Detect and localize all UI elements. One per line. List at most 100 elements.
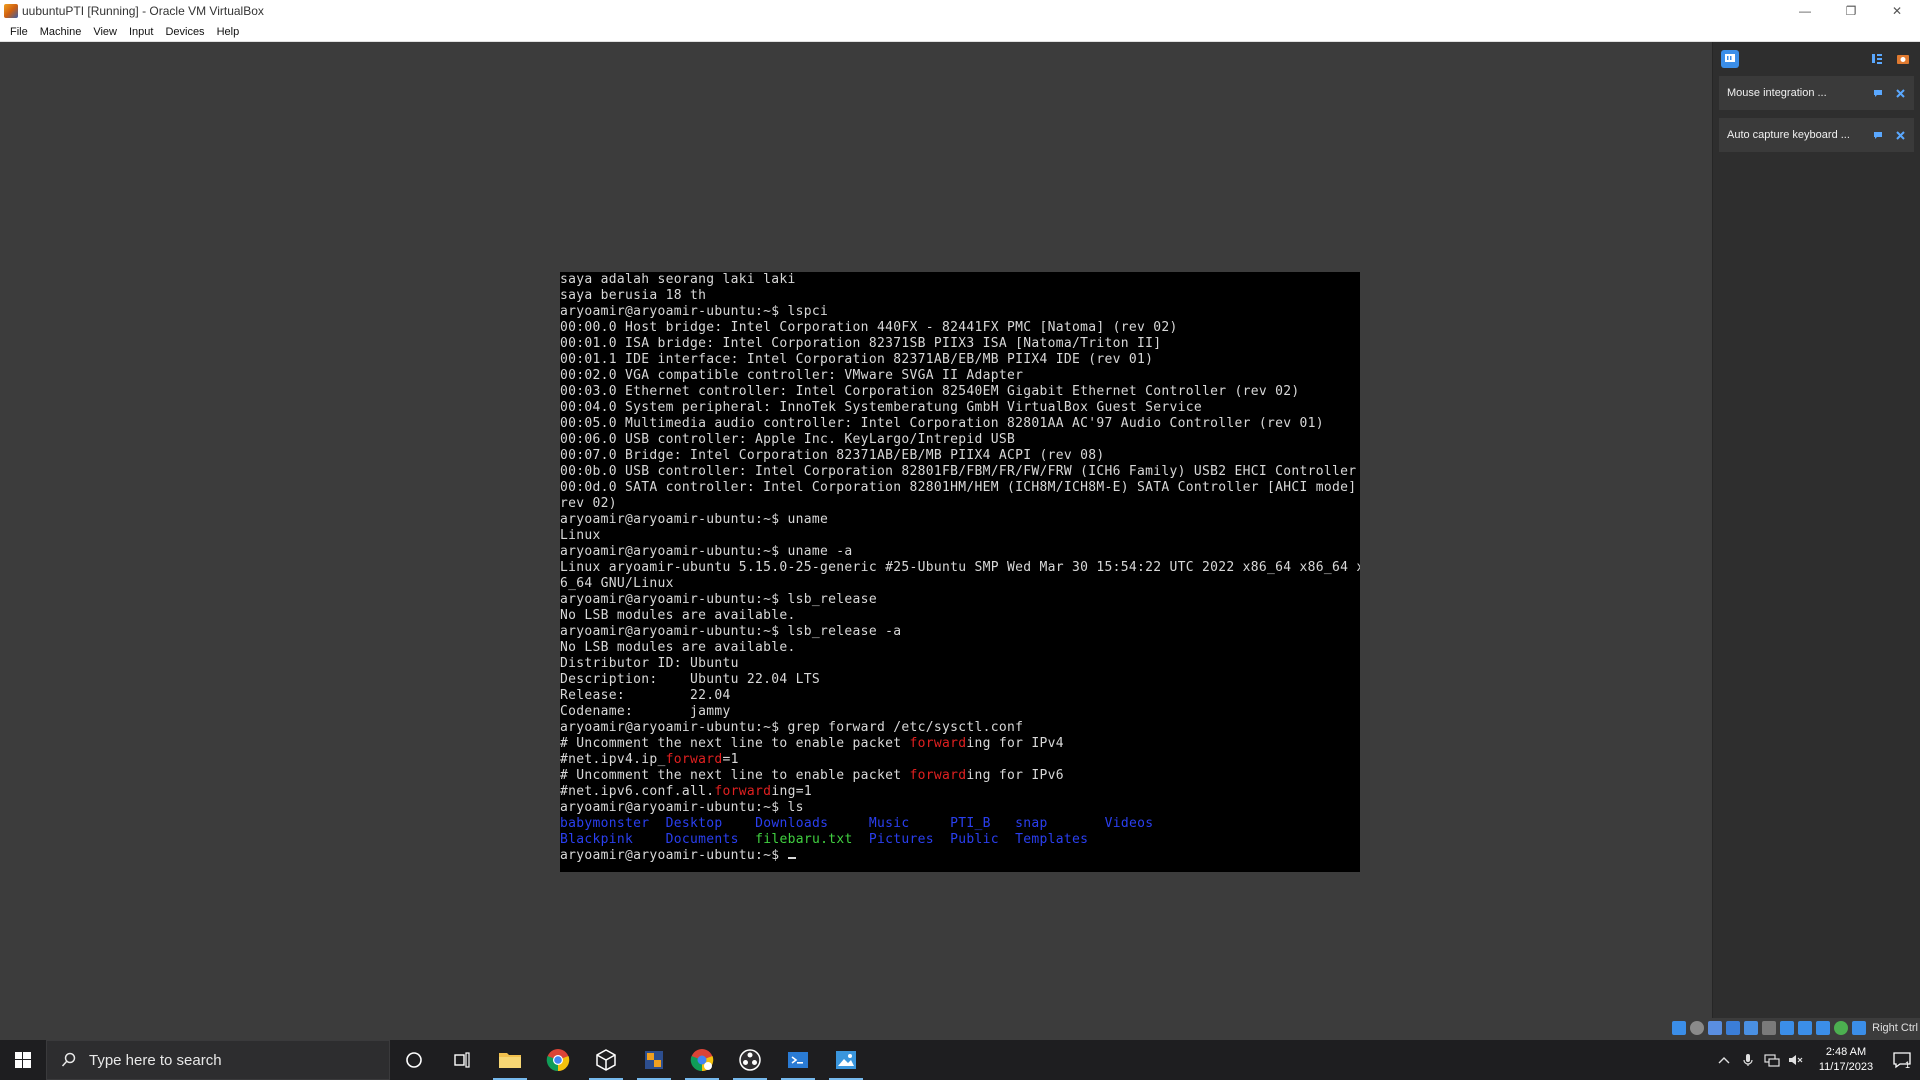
taskbar-obs[interactable] — [726, 1040, 774, 1080]
terminal-text: aryoamir@aryoamir-ubuntu:~$ — [560, 848, 788, 863]
close-notification-icon[interactable] — [1892, 85, 1908, 101]
audio-icon[interactable] — [1708, 1021, 1723, 1035]
terminal-text: # Uncomment the next line to enable pack… — [560, 736, 910, 751]
terminal-line: Distributor ID: Ubuntu — [560, 656, 1360, 672]
dont-show-again-icon[interactable] — [1870, 85, 1886, 101]
start-button[interactable] — [0, 1040, 46, 1080]
menu-devices[interactable]: Devices — [159, 22, 210, 42]
notification-text: Mouse integration ... — [1727, 87, 1827, 99]
taskbar-powershell[interactable] — [774, 1040, 822, 1080]
terminal-screen[interactable]: saya adalah seorang laki laki saya berusi… — [560, 272, 1360, 872]
volume-muted-icon[interactable] — [1784, 1040, 1808, 1080]
mouse-integration-icon[interactable] — [1834, 1021, 1849, 1035]
taskbar-file-explorer[interactable] — [486, 1040, 534, 1080]
close-notification-icon[interactable] — [1892, 127, 1908, 143]
notification-mouse-integration[interactable]: Mouse integration ... — [1719, 76, 1914, 110]
cortana-icon — [406, 1052, 422, 1068]
terminal-text: #net.ipv6.conf.all. — [560, 784, 715, 799]
terminal-line: babymonster Desktop Downloads Music PTI_… — [560, 816, 1360, 832]
menu-help[interactable]: Help — [211, 22, 246, 42]
terminal-text: 00:07.0 Bridge: Intel Corporation 82371A… — [560, 448, 1105, 463]
terminal-text: Templates — [1015, 832, 1089, 847]
window-titlebar: uubuntuPTI [Running] - Oracle VM Virtual… — [0, 0, 1920, 22]
menu-bar: File Machine View Input Devices Help — [0, 22, 1920, 42]
action-center-button[interactable]: 1 — [1884, 1040, 1920, 1080]
svg-text:1: 1 — [1905, 1060, 1910, 1069]
terminal-line: 00:01.1 IDE interface: Intel Corporation… — [560, 352, 1360, 368]
cortana-button[interactable] — [390, 1040, 438, 1080]
terminal-text: ing for IPv4 — [966, 736, 1064, 751]
taskbar-clock[interactable]: 2:48 AM 11/17/2023 — [1808, 1045, 1884, 1075]
clear-notifications-icon[interactable] — [1894, 50, 1912, 68]
terminal-text: aryoamir@aryoamir-ubuntu:~$ grep forward… — [560, 720, 1024, 735]
vm-display[interactable]: saya adalah seorang laki laki saya berusi… — [0, 42, 1712, 1038]
terminal-text: No LSB modules are available. — [560, 608, 796, 623]
terminal-text: Description: Ubuntu 22.04 LTS — [560, 672, 821, 687]
terminal-line: 00:0b.0 USB controller: Intel Corporatio… — [560, 464, 1360, 480]
terminal-line: saya berusia 18 th — [560, 288, 1360, 304]
restore-button[interactable]: ❐ — [1828, 0, 1874, 22]
menu-machine[interactable]: Machine — [34, 22, 88, 42]
video-capture-icon[interactable] — [1798, 1021, 1813, 1035]
virtualbox-icon — [645, 1051, 663, 1069]
terminal-line: 00:00.0 Host bridge: Intel Corporation 4… — [560, 320, 1360, 336]
window-title: uubuntuPTI [Running] - Oracle VM Virtual… — [22, 4, 264, 18]
terminal-line: 00:05.0 Multimedia audio controller: Int… — [560, 416, 1360, 432]
shared-folders-icon[interactable] — [1762, 1021, 1777, 1035]
terminal-text: Linux aryoamir-ubuntu 5.15.0-25-generic … — [560, 560, 1360, 575]
optical-drive-icon[interactable] — [1690, 1021, 1705, 1035]
terminal-line: rev 02) — [560, 496, 1360, 512]
terminal-line: # Uncomment the next line to enable pack… — [560, 736, 1360, 752]
task-view-button[interactable] — [438, 1040, 486, 1080]
menu-file[interactable]: File — [4, 22, 34, 42]
terminal-line: Linux — [560, 528, 1360, 544]
notification-auto-capture-keyboard[interactable]: Auto capture keyboard ... — [1719, 118, 1914, 152]
terminal-text: babymonster — [560, 816, 650, 831]
search-icon — [61, 1052, 76, 1067]
menu-view[interactable]: View — [87, 22, 123, 42]
microphone-icon[interactable] — [1736, 1040, 1760, 1080]
network-icon[interactable] — [1726, 1021, 1741, 1035]
menu-input[interactable]: Input — [123, 22, 159, 42]
terminal-line: aryoamir@aryoamir-ubuntu:~$ lsb_release — [560, 592, 1360, 608]
terminal-text: 00:0d.0 SATA controller: Intel Corporati… — [560, 480, 1360, 495]
terminal-text: 00:0b.0 USB controller: Intel Corporatio… — [560, 464, 1357, 479]
action-center-icon: 1 — [1893, 1052, 1911, 1069]
notification-panel: Mouse integration ... Auto capture keybo… — [1712, 42, 1920, 1038]
dont-show-again-icon[interactable] — [1870, 127, 1886, 143]
terminal-text: 00:05.0 Multimedia audio controller: Int… — [560, 416, 1324, 431]
virtualbox-icon — [4, 4, 18, 18]
show-hidden-icons-chevron-icon[interactable] — [1712, 1040, 1736, 1080]
cpu-icon[interactable] — [1816, 1021, 1831, 1035]
terminal-text: 00:06.0 USB controller: Apple Inc. KeyLa… — [560, 432, 1016, 447]
terminal-text: ing for IPv6 — [966, 768, 1064, 783]
hard-disk-icon[interactable] — [1672, 1021, 1687, 1035]
windows-logo-icon — [15, 1052, 31, 1068]
taskbar-virtualbox-cube[interactable] — [582, 1040, 630, 1080]
sort-icon[interactable] — [1868, 50, 1886, 68]
taskbar-photos[interactable] — [822, 1040, 870, 1080]
taskbar-chrome[interactable] — [534, 1040, 582, 1080]
terminal-text: forward — [909, 768, 967, 783]
close-button[interactable]: ✕ — [1874, 0, 1920, 22]
display-icon[interactable] — [1780, 1021, 1795, 1035]
usb-icon[interactable] — [1744, 1021, 1759, 1035]
network-tray-icon[interactable] — [1760, 1040, 1784, 1080]
notification-icon[interactable] — [1721, 50, 1739, 68]
terminal-text: 00:02.0 VGA compatible controller: VMwar… — [560, 368, 1024, 383]
minimize-button[interactable]: — — [1782, 0, 1828, 22]
taskbar-search-box[interactable]: Type here to search — [46, 1040, 390, 1080]
terminal-text: 00:00.0 Host bridge: Intel Corporation 4… — [560, 320, 1178, 335]
obs-icon — [739, 1049, 761, 1071]
terminal-text: 6_64 GNU/Linux — [560, 576, 674, 591]
terminal-line: #net.ipv6.conf.all.forwarding=1 — [560, 784, 1360, 800]
terminal-text: aryoamir@aryoamir-ubuntu:~$ uname — [560, 512, 829, 527]
keyboard-capture-icon[interactable] — [1852, 1021, 1867, 1035]
taskbar-virtualbox[interactable] — [630, 1040, 678, 1080]
taskbar-chrome-profile[interactable] — [678, 1040, 726, 1080]
task-view-icon — [454, 1052, 470, 1068]
terminal-text: forward — [909, 736, 967, 751]
